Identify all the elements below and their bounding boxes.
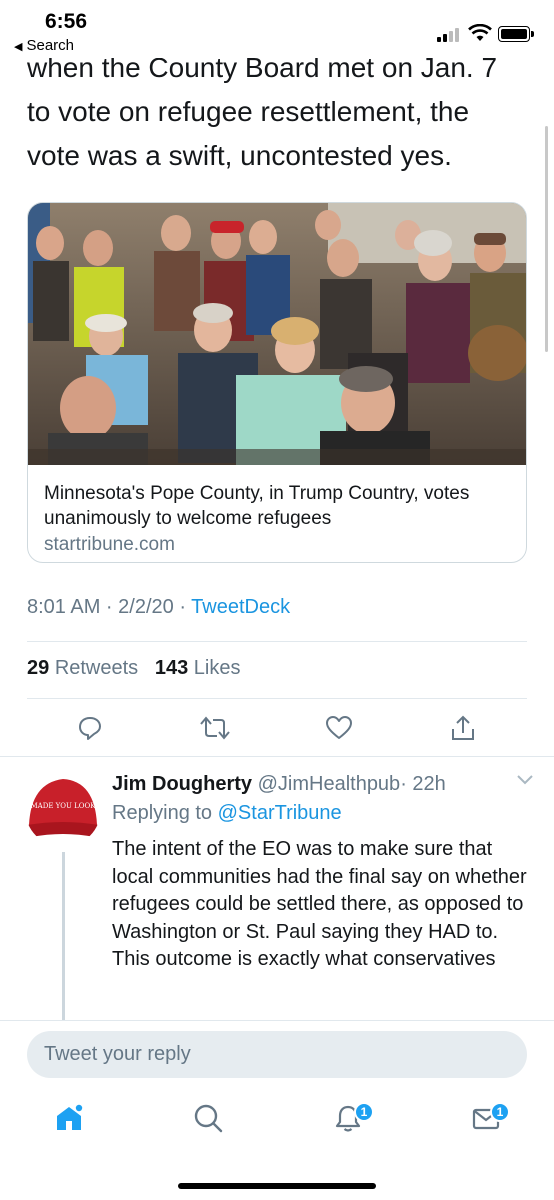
retweet-button[interactable] [195, 708, 235, 748]
like-icon [326, 716, 352, 739]
tab-messages[interactable]: 1 [464, 1096, 510, 1140]
like-button[interactable] [319, 708, 359, 748]
retweets-count[interactable]: 29 [27, 657, 49, 679]
card-info: Minnesota's Pope County, in Trump Countr… [28, 465, 526, 562]
reply-time: · 22h [400, 773, 446, 795]
tweet-stats: 29 Retweets 143 Likes [27, 657, 241, 680]
tab-home[interactable] [47, 1096, 91, 1140]
card-title: Minnesota's Pope County, in Trump Countr… [44, 483, 470, 529]
notifications-badge: 1 [354, 1102, 374, 1122]
replying-prefix: Replying to [112, 802, 213, 824]
thread-line [62, 852, 65, 1020]
back-to-search-link[interactable]: ◀ Search [14, 37, 74, 54]
tweet-actions [0, 708, 554, 752]
replying-to: Replying to @StarTribune [112, 798, 532, 828]
retweet-icon [200, 716, 230, 740]
back-arrow-icon: ◀ [14, 41, 23, 53]
replying-to-mention[interactable]: @StarTribune [218, 802, 342, 824]
reply-author-name[interactable]: Jim Dougherty [112, 773, 252, 795]
status-bar: 6:56 ◀ Search [0, 0, 554, 58]
tab-search[interactable] [186, 1096, 230, 1140]
battery-icon [498, 26, 534, 42]
divider [0, 1020, 554, 1021]
home-indicator [178, 1183, 376, 1189]
reply-tweet[interactable]: Jim Dougherty @JimHealthpub· 22h Replyin… [112, 770, 534, 976]
card-domain: startribune.com [44, 534, 175, 555]
reply-header: Jim Dougherty @JimHealthpub· 22h [112, 770, 532, 798]
messages-badge: 1 [490, 1102, 510, 1122]
likes-count[interactable]: 143 [155, 657, 188, 679]
avatar-image: MADE YOU LOOK [25, 771, 101, 847]
share-icon [452, 715, 474, 740]
wifi-icon [468, 24, 492, 41]
reply-button[interactable] [70, 708, 110, 748]
reply-icon [79, 717, 101, 740]
reply-input[interactable] [27, 1031, 527, 1078]
status-time: 6:56 [45, 10, 88, 33]
home-icon [57, 1104, 83, 1130]
tweet-source-link[interactable]: TweetDeck [191, 596, 290, 618]
retweets-label[interactable]: Retweets [55, 657, 138, 679]
likes-label[interactable]: Likes [194, 657, 241, 679]
tab-notifications[interactable]: 1 [326, 1096, 374, 1140]
scroll-indicator [545, 126, 548, 352]
divider [27, 698, 527, 699]
back-label: Search [26, 37, 74, 54]
tweet-timestamp: 8:01 AM · 2/2/20 · [27, 596, 192, 618]
divider [0, 756, 554, 757]
chevron-down-icon[interactable] [516, 774, 534, 786]
card-photo [28, 203, 526, 465]
search-icon [194, 1104, 223, 1133]
tweet-text: when the County Board met on Jan. 7 to v… [27, 52, 498, 171]
reply-author-handle[interactable]: @JimHealthpub [258, 773, 401, 795]
avatar-hat-text: MADE YOU LOOK [30, 802, 96, 810]
reply-text: The intent of the EO was to make sure th… [112, 838, 527, 976]
divider [27, 641, 527, 642]
link-card[interactable]: Minnesota's Pope County, in Trump Countr… [27, 202, 527, 563]
cellular-signal-icon [437, 26, 463, 42]
avatar[interactable]: MADE YOU LOOK [25, 771, 101, 847]
share-button[interactable] [443, 708, 483, 748]
tweet-meta: 8:01 AM · 2/2/20 · TweetDeck [27, 596, 290, 619]
